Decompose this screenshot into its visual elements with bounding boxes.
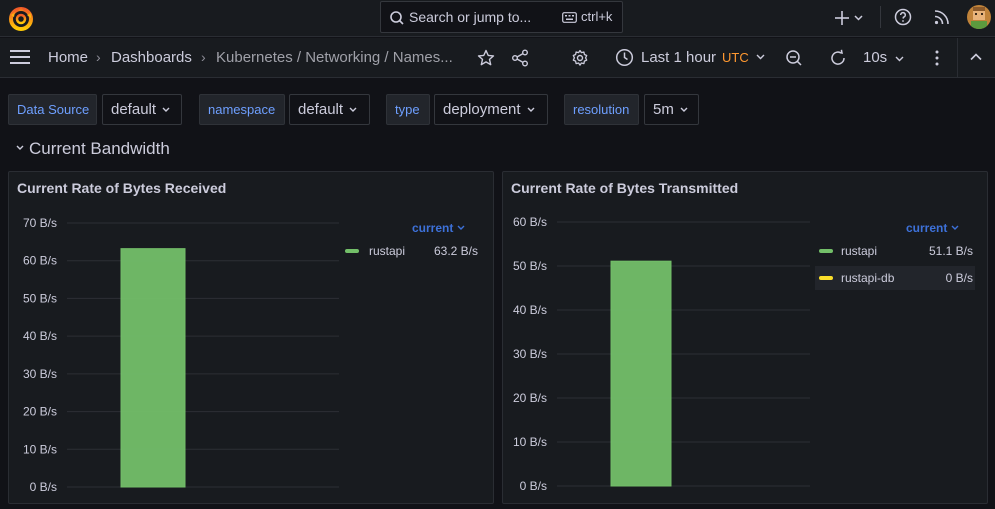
legend-header-label: current bbox=[412, 221, 454, 235]
toolbar-divider bbox=[957, 38, 958, 78]
keyboard-icon bbox=[562, 12, 577, 23]
y-tick-label: 70 B/s bbox=[23, 216, 57, 230]
y-tick-label: 60 B/s bbox=[513, 215, 547, 229]
clock-icon bbox=[615, 48, 634, 67]
variable-value: default bbox=[298, 101, 344, 118]
zoom-out-icon[interactable] bbox=[785, 49, 803, 67]
chevron-right-icon: › bbox=[96, 49, 101, 65]
y-tick-label: 60 B/s bbox=[23, 254, 57, 268]
variable-value: deployment bbox=[443, 101, 521, 118]
chevron-down-icon bbox=[951, 225, 959, 230]
search-placeholder: Search or jump to... bbox=[409, 9, 532, 25]
breadcrumb-home[interactable]: Home bbox=[48, 49, 88, 66]
y-tick-label: 30 B/s bbox=[513, 347, 547, 361]
search-shortcut: ctrl+k bbox=[581, 9, 613, 24]
legend-series-name: rustapi-db bbox=[841, 271, 895, 285]
chevron-up-icon[interactable] bbox=[970, 51, 982, 63]
rss-icon[interactable] bbox=[933, 8, 951, 26]
more-options-icon[interactable] bbox=[934, 49, 940, 67]
variable-label-datasource: Data Source bbox=[8, 94, 97, 125]
chevron-down-icon bbox=[527, 107, 535, 113]
user-avatar[interactable] bbox=[967, 5, 991, 29]
y-tick-label: 10 B/s bbox=[513, 435, 547, 449]
y-tick-label: 0 B/s bbox=[520, 479, 547, 493]
add-new-button[interactable] bbox=[834, 8, 868, 28]
y-tick-label: 30 B/s bbox=[23, 367, 57, 381]
share-icon[interactable] bbox=[511, 49, 529, 67]
chevron-down-icon[interactable] bbox=[895, 56, 904, 62]
variable-select-namespace[interactable]: default bbox=[289, 94, 370, 125]
refresh-icon[interactable] bbox=[829, 49, 847, 67]
legend-swatch bbox=[345, 249, 359, 253]
variable-value: 5m bbox=[653, 101, 674, 118]
y-tick-label: 40 B/s bbox=[513, 303, 547, 317]
variable-label-type: type bbox=[386, 94, 430, 125]
breadcrumb-current: Kubernetes / Networking / Names... bbox=[216, 49, 453, 66]
search-icon bbox=[389, 10, 405, 26]
bar-rustapi[interactable] bbox=[120, 248, 186, 488]
dashboard-navbar: Home › Dashboards › Kubernetes / Network… bbox=[0, 38, 995, 78]
panel-bytes-transmitted: Current Rate of Bytes Transmitted 0 B/s 1… bbox=[502, 171, 988, 504]
chevron-down-icon bbox=[680, 107, 688, 113]
y-tick-label: 50 B/s bbox=[513, 259, 547, 273]
chevron-right-icon: › bbox=[201, 49, 206, 65]
chevron-down-icon bbox=[16, 145, 24, 151]
bar-rustapi[interactable] bbox=[610, 260, 672, 487]
row-header-current-bandwidth[interactable]: Current Bandwidth bbox=[16, 139, 170, 159]
y-tick-label: 40 B/s bbox=[23, 329, 57, 343]
legend-item-rustapi-db[interactable]: rustapi-db 0 B/s bbox=[815, 266, 975, 290]
y-tick-label: 0 B/s bbox=[30, 480, 57, 494]
legend-series-name: rustapi bbox=[369, 244, 406, 258]
legend-header-label: current bbox=[906, 221, 948, 235]
row-title: Current Bandwidth bbox=[29, 139, 170, 158]
legend-item-rustapi[interactable]: rustapi 63.2 B/s bbox=[337, 239, 482, 263]
gear-icon[interactable] bbox=[571, 49, 589, 67]
star-icon[interactable] bbox=[477, 49, 495, 67]
legend-series-name: rustapi bbox=[841, 244, 878, 258]
menu-icon[interactable] bbox=[10, 50, 30, 64]
variable-select-type[interactable]: deployment bbox=[434, 94, 548, 125]
chevron-down-icon bbox=[162, 107, 170, 113]
legend-series-value: 51.1 B/s bbox=[928, 244, 973, 258]
legend-swatch bbox=[819, 249, 833, 253]
y-tick-label: 50 B/s bbox=[23, 291, 57, 305]
legend-header-current[interactable]: current bbox=[412, 221, 465, 235]
variable-value: default bbox=[111, 101, 157, 118]
breadcrumb-dashboards[interactable]: Dashboards bbox=[111, 49, 192, 66]
refresh-interval-label[interactable]: 10s bbox=[863, 49, 887, 66]
legend-series-value: 0 B/s bbox=[945, 271, 973, 285]
time-range-label: Last 1 hour bbox=[641, 49, 717, 66]
legend-swatch bbox=[819, 276, 833, 280]
panel-bytes-received: Current Rate of Bytes Received 0 B/s 10 B… bbox=[8, 171, 494, 504]
variable-label-namespace: namespace bbox=[199, 94, 285, 125]
timezone-label: UTC bbox=[722, 50, 749, 65]
chevron-down-icon bbox=[756, 54, 765, 60]
legend-item-rustapi[interactable]: rustapi 51.1 B/s bbox=[815, 239, 975, 263]
y-tick-label: 10 B/s bbox=[23, 442, 57, 456]
search-bar[interactable]: Search or jump to... ctrl+k bbox=[380, 1, 623, 33]
variable-select-resolution[interactable]: 5m bbox=[644, 94, 699, 125]
chevron-down-icon bbox=[349, 107, 357, 113]
help-icon[interactable] bbox=[894, 8, 912, 26]
variable-select-datasource[interactable]: default bbox=[102, 94, 182, 125]
legend-series-value: 63.2 B/s bbox=[433, 244, 478, 258]
chevron-down-icon bbox=[457, 225, 465, 230]
grafana-logo-icon[interactable] bbox=[8, 6, 34, 32]
toolbar-divider bbox=[880, 6, 881, 28]
variable-label-resolution: resolution bbox=[564, 94, 639, 125]
legend-header-current[interactable]: current bbox=[906, 221, 959, 235]
y-tick-label: 20 B/s bbox=[513, 391, 547, 405]
top-bar: Search or jump to... ctrl+k bbox=[0, 0, 995, 37]
y-tick-label: 20 B/s bbox=[23, 405, 57, 419]
